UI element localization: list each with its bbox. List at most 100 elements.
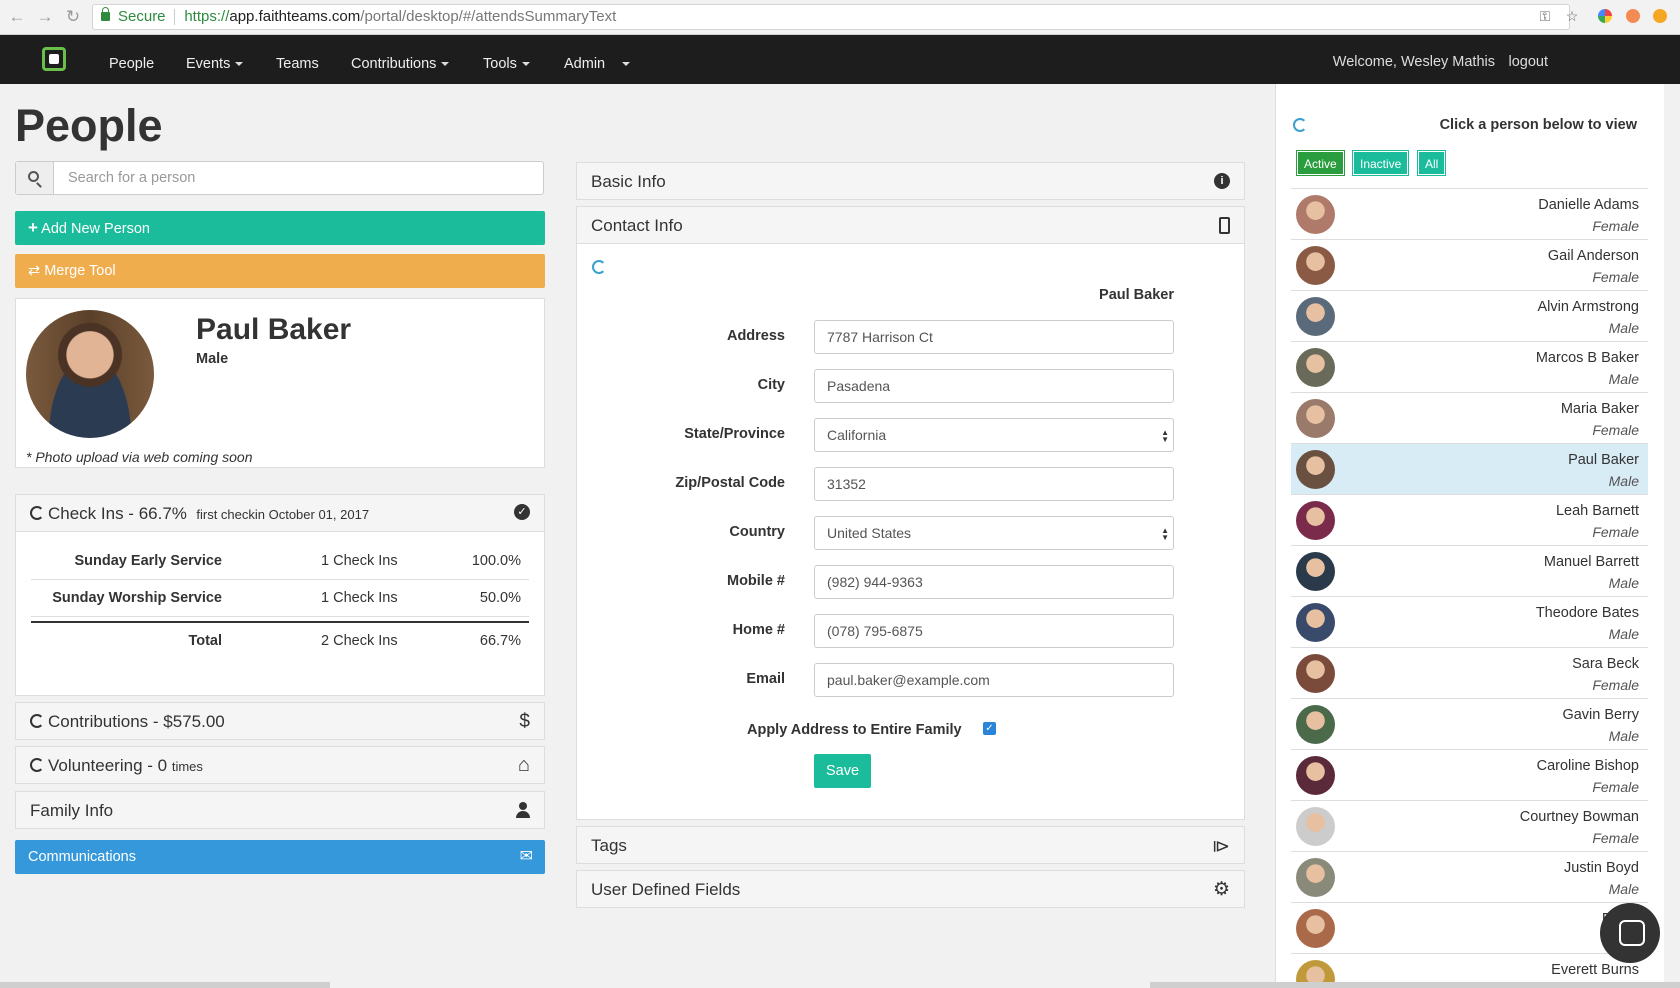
state-label: State/Province	[684, 426, 785, 442]
list-item[interactable]: Leah Barnett Female	[1291, 495, 1648, 546]
basic-info-panel-header[interactable]: Basic Info i	[576, 162, 1245, 200]
country-select[interactable]: United States ▲ ▼	[814, 516, 1174, 550]
volunteering-panel-header[interactable]: Volunteering - 0 times ⌂	[15, 746, 545, 784]
merge-tool-button[interactable]: ⇄ Merge Tool	[15, 254, 545, 288]
list-item[interactable]: Sara Beck Female	[1291, 648, 1648, 699]
nav-people[interactable]: People	[109, 35, 154, 84]
city-label: City	[757, 377, 785, 393]
search-input[interactable]	[56, 162, 542, 194]
nav-contributions[interactable]: Contributions	[351, 35, 450, 84]
zip-field[interactable]: 31352	[814, 467, 1174, 501]
filter-active-button[interactable]: Active	[1297, 151, 1344, 175]
user-defined-fields-panel-header[interactable]: User Defined Fields ⚙	[576, 870, 1245, 908]
list-item[interactable]: Gavin Berry Male	[1291, 699, 1648, 750]
url-scheme: https://	[184, 8, 230, 25]
list-item[interactable]: Manuel Barrett Male	[1291, 546, 1648, 597]
list-item[interactable]: Alvin Armstrong Male	[1291, 291, 1648, 342]
user-icon-body	[516, 811, 530, 818]
list-item[interactable]: Theodore Bates Male	[1291, 597, 1648, 648]
list-item[interactable]: Eddie	[1291, 903, 1648, 954]
nav-events[interactable]: Events	[186, 35, 244, 84]
apply-family-checkbox[interactable]: ✓	[983, 722, 996, 735]
faithteams-logo[interactable]	[42, 47, 66, 71]
mobile-field[interactable]: (982) 944-9363	[814, 565, 1174, 599]
refresh-icon[interactable]	[30, 758, 44, 772]
forward-icon[interactable]: →	[34, 6, 56, 28]
nav-teams[interactable]: Teams	[276, 35, 319, 84]
address-field[interactable]: 7787 Harrison Ct	[814, 320, 1174, 354]
person-gender: Male	[1608, 881, 1639, 897]
list-item[interactable]: Maria Baker Female	[1291, 393, 1648, 444]
state-select[interactable]: California ▲ ▼	[814, 418, 1174, 452]
gear-icon: ⚙	[1212, 879, 1230, 900]
contributions-panel-header[interactable]: Contributions - $575.00 $	[15, 702, 545, 740]
list-item[interactable]: Gail Anderson Female	[1291, 240, 1648, 291]
extension-close-icon[interactable]	[1626, 9, 1640, 23]
refresh-icon[interactable]	[1293, 118, 1307, 132]
people-sidebar: Click a person below to view Active Inac…	[1275, 84, 1664, 988]
person-gender: Female	[1592, 524, 1639, 540]
add-new-person-button[interactable]: + Add New Person	[15, 211, 545, 245]
list-item[interactable]: Courtney Bowman Female	[1291, 801, 1648, 852]
nav-tools[interactable]: Tools	[483, 35, 530, 84]
person-gender: Female	[1592, 218, 1639, 234]
list-item[interactable]: Caroline Bishop Female	[1291, 750, 1648, 801]
search-addon	[16, 162, 54, 194]
refresh-icon[interactable]	[30, 506, 44, 520]
refresh-icon[interactable]	[592, 260, 606, 274]
table-row: Sunday Early Service 1 Check Ins 100.0%	[31, 543, 529, 580]
checkin-pct: 100.0%	[471, 553, 521, 569]
person-gender: Male	[1608, 728, 1639, 744]
list-item[interactable]: Justin Boyd Male	[1291, 852, 1648, 903]
avatar	[1296, 603, 1335, 642]
list-item[interactable]: Marcos B Baker Male	[1291, 342, 1648, 393]
city-field[interactable]: Pasadena	[814, 369, 1174, 403]
person-gender: Female	[1592, 422, 1639, 438]
volunteering-suffix: times	[171, 759, 203, 774]
avatar	[1296, 450, 1335, 489]
address-bar[interactable]: Secure https://app.faithteams.com/portal…	[92, 4, 1570, 30]
extension-alert-icon[interactable]	[1653, 9, 1667, 23]
list-item[interactable]: Paul Baker Male	[1291, 444, 1648, 495]
checkin-pct: 50.0%	[479, 590, 521, 606]
save-button[interactable]: Save	[814, 754, 871, 788]
filter-all-button[interactable]: All	[1418, 151, 1446, 175]
extension-color-icon[interactable]	[1598, 9, 1612, 23]
state-row: State/Province California ▲ ▼	[577, 418, 1246, 452]
key-icon[interactable]: ⚿	[1537, 8, 1553, 24]
nav-tools-label: Tools	[483, 56, 517, 72]
logout-link[interactable]: logout	[1508, 35, 1548, 89]
reload-icon[interactable]: ↻	[62, 6, 84, 28]
page-title: People	[15, 100, 163, 151]
basic-info-title: Basic Info	[591, 172, 666, 191]
person-name: Paul Baker	[1568, 452, 1639, 468]
scrollbar-thumb[interactable]	[330, 982, 1150, 988]
email-field[interactable]: paul.baker@example.com	[814, 663, 1174, 697]
total-pct: 66.7%	[479, 633, 521, 649]
person-name: Gail Anderson	[1547, 248, 1639, 264]
table-total-row: Total 2 Check Ins 66.7%	[31, 621, 529, 658]
contact-info-form: Paul Baker Address 7787 Harrison Ct City…	[576, 244, 1245, 820]
horizontal-scrollbar[interactable]	[0, 982, 1680, 988]
nav-admin[interactable]: Admin	[564, 35, 631, 84]
person-gender: Female	[1592, 677, 1639, 693]
communications-button[interactable]: Communications ✉	[15, 840, 545, 874]
person-name: Manuel Barrett	[1543, 554, 1639, 570]
merge-icon: ⇄	[28, 263, 41, 279]
user-icon-head	[519, 802, 527, 810]
checkins-panel-header[interactable]: Check Ins - 66.7% first checkin October …	[15, 494, 545, 532]
family-info-panel-header[interactable]: Family Info	[15, 791, 545, 829]
chat-launcher-icon[interactable]	[1600, 903, 1660, 963]
home-phone-field[interactable]: (078) 795-6875	[814, 614, 1174, 648]
home-phone-label: Home #	[732, 622, 785, 638]
back-icon[interactable]: ←	[6, 6, 28, 28]
refresh-icon[interactable]	[30, 714, 44, 728]
profile-gender: Male	[196, 351, 229, 367]
avatar	[1296, 654, 1335, 693]
table-row: Sunday Worship Service 1 Check Ins 50.0%	[31, 580, 529, 617]
contact-info-panel-header[interactable]: Contact Info	[576, 206, 1245, 244]
tags-panel-header[interactable]: Tags ⧐	[576, 826, 1245, 864]
filter-inactive-button[interactable]: Inactive	[1353, 151, 1409, 175]
star-icon[interactable]: ☆	[1564, 8, 1580, 24]
list-item[interactable]: Danielle Adams Female	[1291, 189, 1648, 240]
